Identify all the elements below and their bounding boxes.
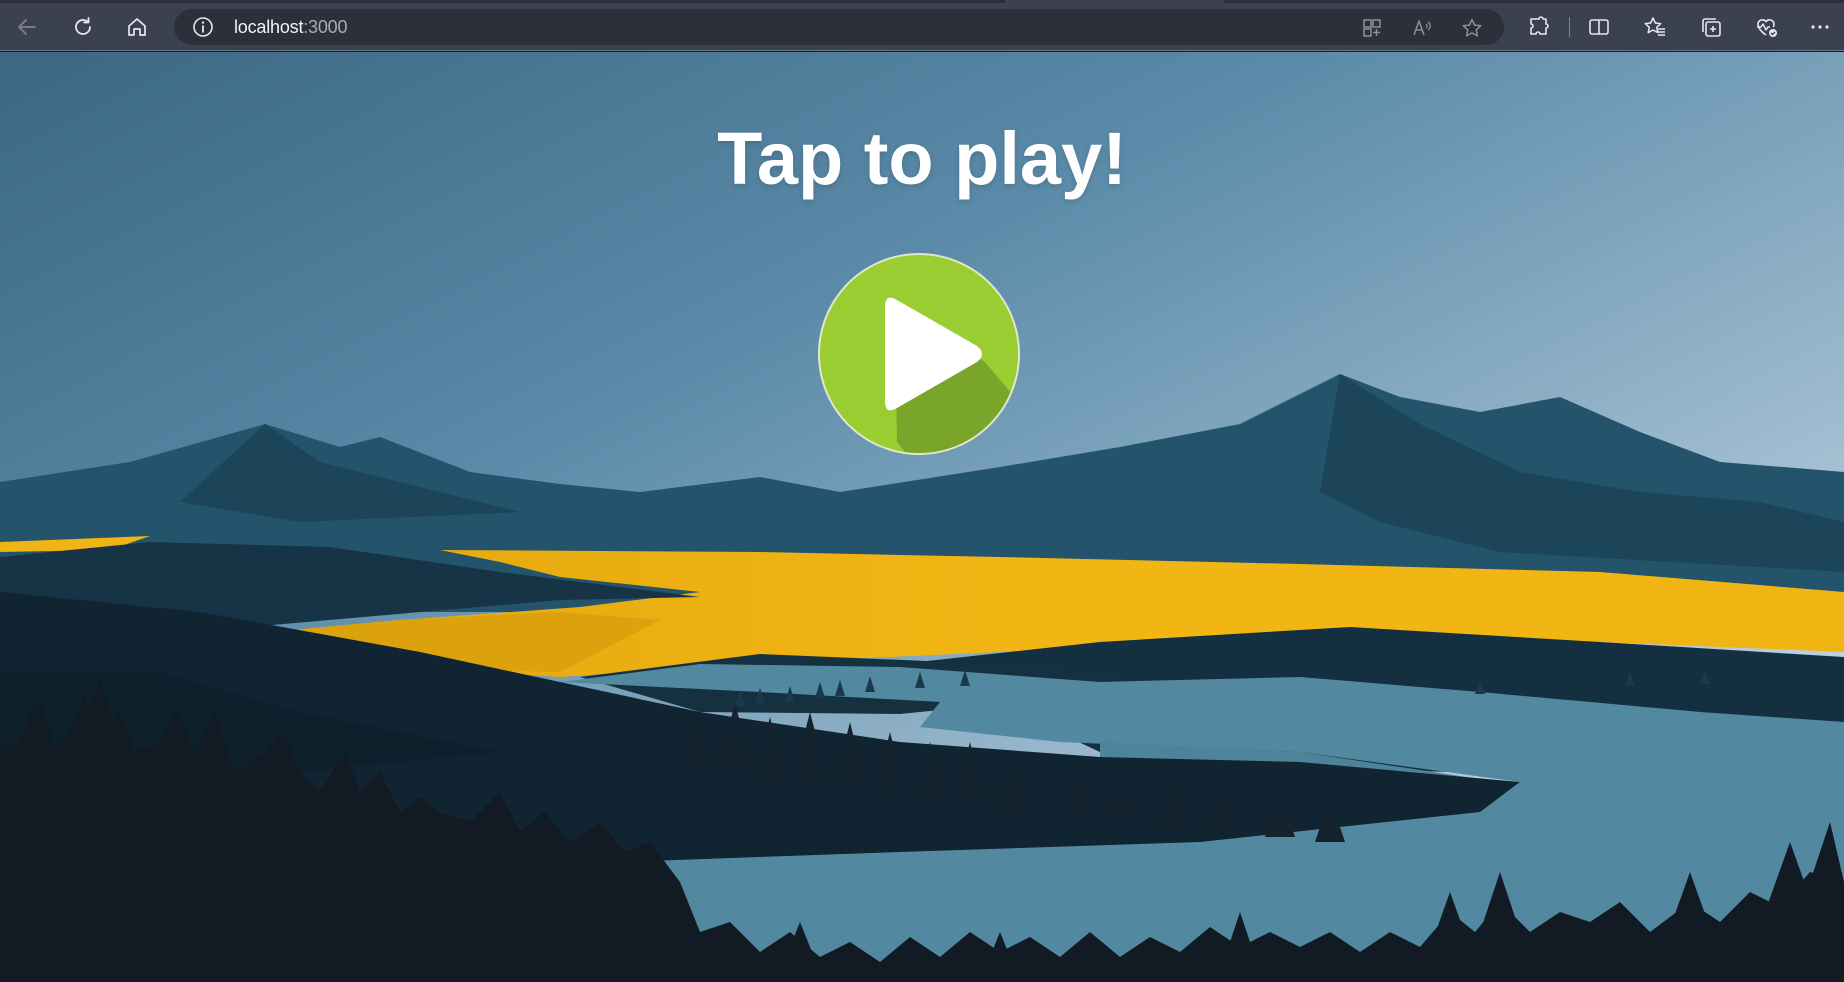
more-button[interactable] [1802,9,1838,45]
collections-icon [1702,18,1721,37]
tab-strip-edge [1224,0,1844,3]
back-arrow-icon [18,19,36,35]
read-aloud-button[interactable] [1408,14,1436,42]
favorites-icon [1644,17,1665,36]
favorite-button[interactable] [1458,14,1486,42]
refresh-button[interactable] [65,9,101,45]
home-button[interactable] [119,9,155,45]
url-text[interactable]: localhost:3000 [234,17,347,37]
star-icon [1462,18,1482,37]
url-host: localhost [234,17,304,37]
refresh-icon [75,17,91,35]
more-icon [1811,25,1829,29]
info-icon[interactable] [192,16,214,38]
split-screen-button[interactable] [1581,9,1617,45]
toolbar-divider [1569,17,1570,37]
play-button[interactable] [817,252,1021,456]
address-bar[interactable]: localhost:3000 [174,9,1504,45]
apps-icon [1363,19,1381,37]
browser-essentials-button[interactable] [1748,9,1784,45]
favorites-button[interactable] [1637,9,1673,45]
extensions-button[interactable] [1521,9,1557,45]
puzzle-icon [1530,16,1549,35]
tab-strip-edge [0,0,1005,3]
tap-to-play-title: Tap to play! [717,117,1127,200]
collections-button[interactable] [1693,9,1729,45]
play-icon [818,253,1020,455]
url-port: :3000 [303,17,348,37]
apps-button[interactable] [1358,14,1386,42]
game-page[interactable]: Tap to play! [0,52,1844,982]
browser-toolbar: localhost:3000 [0,0,1844,51]
heart-pulse-icon [1757,19,1777,37]
back-button[interactable] [9,9,45,45]
split-screen-icon [1589,19,1609,35]
read-aloud-icon [1413,20,1431,36]
home-icon [128,18,146,36]
